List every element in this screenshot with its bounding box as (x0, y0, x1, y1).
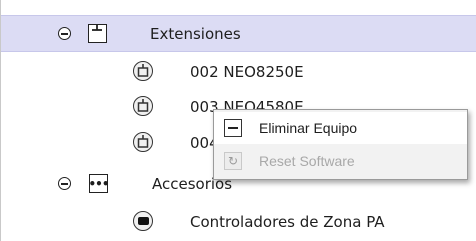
pa-controller-icon (133, 211, 153, 231)
more-icon: ••• (89, 174, 110, 193)
device-icon (133, 96, 153, 116)
device-box-icon (88, 24, 107, 43)
tree-node-label: 002 NEO8250E (190, 63, 304, 81)
refresh-icon: ↻ (224, 152, 242, 170)
remove-icon (224, 119, 242, 137)
menu-item-reset-software[interactable]: ↻ Reset Software (214, 145, 467, 177)
collapse-icon[interactable] (58, 27, 71, 40)
tree-node-label: Extensiones (150, 25, 241, 43)
tree-node-extensiones[interactable]: Extensiones (1, 15, 476, 52)
context-menu: Eliminar Equipo ↻ Reset Software (213, 109, 468, 180)
device-icon (133, 132, 153, 152)
device-icon (133, 61, 153, 81)
menu-item-label: Eliminar Equipo (259, 120, 358, 136)
menu-item-label: Reset Software (259, 153, 355, 169)
tree-node-label: Controladores de Zona PA (190, 213, 385, 231)
menu-item-eliminar-equipo[interactable]: Eliminar Equipo (214, 112, 467, 144)
tree-node-device[interactable]: 002 NEO8250E (1, 53, 476, 90)
collapse-icon[interactable] (58, 177, 71, 190)
tree-node-zone-controllers[interactable]: Controladores de Zona PA (1, 203, 476, 240)
